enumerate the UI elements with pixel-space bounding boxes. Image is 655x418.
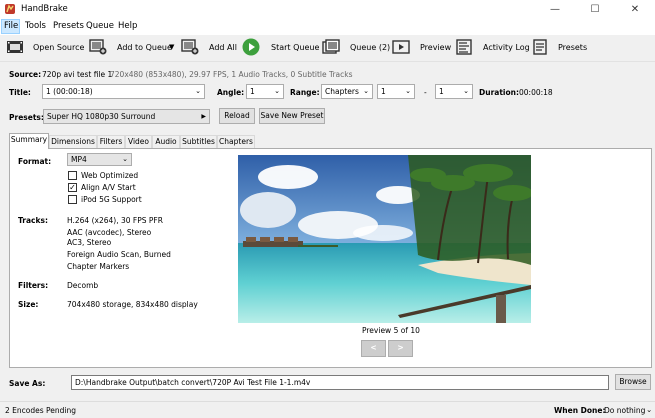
preview-icon[interactable] bbox=[392, 39, 410, 55]
reload-button[interactable]: Reload bbox=[219, 108, 255, 124]
web-optimized-checkbox[interactable] bbox=[68, 171, 77, 180]
presets-label: Presets: bbox=[9, 113, 44, 122]
preview-next-button[interactable]: > bbox=[388, 340, 413, 357]
chevron-down-icon: ⌄ bbox=[463, 87, 469, 95]
range-end-value: 1 bbox=[439, 87, 444, 96]
title-value: 1 (00:00:18) bbox=[46, 87, 93, 96]
range-separator: - bbox=[424, 88, 427, 97]
angle-value: 1 bbox=[250, 87, 255, 96]
start-queue-button[interactable]: Start Queue bbox=[271, 43, 319, 52]
tab-summary[interactable]: Summary bbox=[9, 133, 49, 149]
browse-button[interactable]: Browse bbox=[615, 374, 651, 390]
presets-button[interactable]: Presets bbox=[558, 43, 587, 52]
duration-value: 00:00:18 bbox=[519, 88, 553, 97]
save-new-preset-button[interactable]: Save New Preset bbox=[259, 108, 325, 124]
when-done-label: When Done: bbox=[554, 406, 606, 415]
queue-icon[interactable] bbox=[322, 39, 340, 55]
preset-value: Super HQ 1080p30 Surround bbox=[47, 112, 156, 121]
angle-label: Angle: bbox=[217, 88, 245, 97]
range-end-dropdown[interactable]: 1 ⌄ bbox=[435, 84, 473, 99]
save-as-label: Save As: bbox=[9, 379, 46, 388]
tracks-label: Tracks: bbox=[18, 216, 48, 225]
menu-tools[interactable]: Tools bbox=[25, 21, 46, 31]
window-title: HandBrake bbox=[21, 4, 68, 14]
chevron-down-icon: ⌄ bbox=[122, 155, 128, 163]
save-as-path: D:\Handbrake Output\batch convert\720P A… bbox=[75, 378, 311, 387]
chevron-down-icon: ⌄ bbox=[363, 87, 369, 95]
align-av-label: Align A/V Start bbox=[81, 183, 136, 192]
queue-button[interactable]: Queue (2) bbox=[350, 43, 390, 52]
add-all-icon[interactable] bbox=[181, 39, 199, 55]
source-name: 720p avi test file 1 bbox=[42, 70, 113, 79]
duration-label: Duration: bbox=[479, 88, 519, 97]
title-label: Title: bbox=[9, 88, 31, 97]
tab-chapters[interactable]: Chapters bbox=[217, 135, 255, 148]
web-optimized-label: Web Optimized bbox=[81, 171, 139, 180]
filters-label: Filters: bbox=[18, 281, 49, 290]
film-icon[interactable] bbox=[6, 39, 24, 55]
encodes-pending: 2 Encodes Pending bbox=[5, 406, 77, 415]
close-button[interactable]: ✕ bbox=[615, 0, 655, 19]
presets-icon[interactable] bbox=[532, 39, 550, 55]
activity-log-button[interactable]: Activity Log bbox=[483, 43, 530, 52]
source-details: 720x480 (853x480), 29.97 FPS, 1 Audio Tr… bbox=[110, 70, 353, 79]
add-to-queue-button[interactable]: Add to Queue bbox=[117, 43, 172, 52]
minimize-button[interactable]: — bbox=[535, 0, 575, 19]
tab-dimensions[interactable]: Dimensions bbox=[49, 135, 97, 148]
range-label: Range: bbox=[290, 88, 320, 97]
preset-dropdown[interactable]: Super HQ 1080p30 Surround ▶ bbox=[43, 109, 210, 124]
filters-value: Decomb bbox=[67, 281, 99, 290]
preview-button[interactable]: Preview bbox=[420, 43, 451, 52]
preview-image bbox=[238, 155, 533, 323]
save-as-input[interactable]: D:\Handbrake Output\batch convert\720P A… bbox=[71, 375, 609, 390]
add-to-queue-icon[interactable] bbox=[89, 39, 107, 55]
tracks-chapters: Chapter Markers bbox=[67, 262, 130, 271]
ipod-checkbox[interactable] bbox=[68, 195, 77, 204]
range-start-value: 1 bbox=[381, 87, 386, 96]
tracks-audio-2: AC3, Stereo bbox=[67, 238, 112, 247]
chevron-down-icon: ⌄ bbox=[405, 87, 411, 95]
size-value: 704x480 storage, 834x480 display bbox=[67, 300, 198, 309]
title-dropdown[interactable]: 1 (00:00:18) ⌄ bbox=[42, 84, 205, 99]
menu-file[interactable]: File bbox=[4, 21, 18, 31]
tab-filters[interactable]: Filters bbox=[97, 135, 125, 148]
menu-help[interactable]: Help bbox=[118, 21, 137, 31]
align-av-checkbox[interactable]: ✓ bbox=[68, 183, 77, 192]
range-type-value: Chapters bbox=[325, 87, 359, 96]
range-start-dropdown[interactable]: 1 ⌄ bbox=[377, 84, 415, 99]
preview-caption: Preview 5 of 10 bbox=[362, 326, 420, 335]
chevron-down-icon: ⌄ bbox=[274, 87, 280, 95]
chevron-down-icon[interactable]: ⌄ bbox=[646, 405, 652, 414]
format-label: Format: bbox=[18, 157, 52, 166]
size-label: Size: bbox=[18, 300, 39, 309]
tab-subtitles[interactable]: Subtitles bbox=[180, 135, 217, 148]
start-play-icon[interactable] bbox=[242, 38, 260, 56]
tab-audio[interactable]: Audio bbox=[152, 135, 180, 148]
open-source-button[interactable]: Open Source bbox=[33, 43, 84, 52]
tracks-subtitles: Foreign Audio Scan, Burned bbox=[67, 250, 171, 259]
triangle-right-icon: ▶ bbox=[201, 113, 206, 120]
chevron-down-icon: ⌄ bbox=[195, 87, 201, 95]
angle-dropdown[interactable]: 1 ⌄ bbox=[246, 84, 284, 99]
source-label: Source: bbox=[9, 70, 42, 79]
menu-presets[interactable]: Presets bbox=[53, 21, 84, 31]
tab-video[interactable]: Video bbox=[125, 135, 152, 148]
maximize-button[interactable]: ☐ bbox=[575, 0, 615, 19]
handbrake-logo-icon bbox=[4, 3, 16, 15]
add-all-button[interactable]: Add All bbox=[209, 43, 237, 52]
format-dropdown[interactable]: MP4 ⌄ bbox=[67, 153, 132, 166]
menu-queue[interactable]: Queue bbox=[86, 21, 114, 31]
format-value: MP4 bbox=[71, 155, 87, 164]
when-done-dropdown[interactable]: Do nothing bbox=[604, 406, 645, 415]
tracks-audio-1: AAC (avcodec), Stereo bbox=[67, 228, 152, 237]
activity-log-icon[interactable] bbox=[456, 39, 474, 55]
preview-prev-button[interactable]: < bbox=[361, 340, 386, 357]
range-type-dropdown[interactable]: Chapters ⌄ bbox=[321, 84, 373, 99]
ipod-label: iPod 5G Support bbox=[81, 195, 142, 204]
add-to-queue-dropdown-icon[interactable]: ▼ bbox=[169, 43, 174, 51]
tracks-video: H.264 (x264), 30 FPS PFR bbox=[67, 216, 163, 225]
